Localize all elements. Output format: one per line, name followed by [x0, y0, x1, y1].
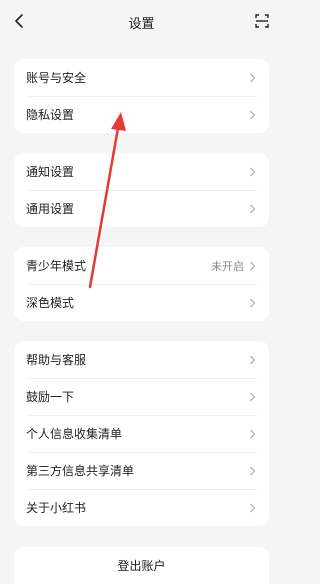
settings-item-label: 通用设置 [26, 202, 75, 216]
scan-button[interactable] [251, 10, 273, 32]
chevron-left-icon [15, 14, 23, 28]
settings-item-account-security[interactable]: 账号与安全 [14, 59, 269, 96]
teen-mode-status: 未开启 [211, 259, 244, 273]
settings-item-about[interactable]: 关于小红书 [14, 489, 269, 526]
chevron-right-icon [250, 110, 256, 119]
chevron-right-icon [250, 429, 256, 438]
settings-item-notifications[interactable]: 通知设置 [14, 153, 269, 190]
settings-item-dark-mode[interactable]: 深色模式 [14, 284, 269, 321]
settings-item-general[interactable]: 通用设置 [14, 190, 269, 227]
scan-icon [255, 14, 269, 28]
settings-item-third-party-sharing[interactable]: 第三方信息共享清单 [14, 452, 269, 489]
settings-item-teen-mode[interactable]: 青少年模式 未开启 [14, 247, 269, 284]
settings-item-label: 第三方信息共享清单 [26, 464, 135, 478]
settings-group-notifications: 通知设置 通用设置 [14, 153, 269, 227]
settings-group-account: 账号与安全 隐私设置 [14, 59, 269, 133]
page-title: 设置 [128, 16, 155, 32]
settings-item-personal-info-list[interactable]: 个人信息收集清单 [14, 415, 269, 452]
settings-item-label: 深色模式 [26, 296, 75, 310]
chevron-right-icon [250, 298, 256, 307]
settings-item-help[interactable]: 帮助与客服 [14, 341, 269, 378]
settings-item-label: 青少年模式 [26, 259, 87, 273]
settings-item-label: 帮助与客服 [26, 353, 87, 367]
chevron-right-icon [250, 466, 256, 475]
settings-group-about: 帮助与客服 鼓励一下 个人信息收集清单 第三方信息共享清单 关于小红书 [14, 341, 269, 526]
logout-button[interactable]: 登出账户 [14, 547, 269, 584]
chevron-right-icon [250, 392, 256, 401]
chevron-right-icon [250, 261, 256, 270]
settings-item-privacy[interactable]: 隐私设置 [14, 96, 269, 133]
chevron-right-icon [250, 73, 256, 82]
settings-item-label: 鼓励一下 [26, 390, 75, 404]
settings-item-encourage[interactable]: 鼓励一下 [14, 378, 269, 415]
chevron-right-icon [250, 167, 256, 176]
chevron-right-icon [250, 355, 256, 364]
settings-item-label: 关于小红书 [26, 501, 87, 515]
settings-item-label: 通知设置 [26, 165, 75, 179]
settings-item-label: 隐私设置 [26, 108, 75, 122]
back-button[interactable] [8, 10, 30, 32]
settings-item-label: 账号与安全 [26, 71, 87, 85]
settings-group-modes: 青少年模式 未开启 深色模式 [14, 247, 269, 321]
settings-item-label: 个人信息收集清单 [26, 427, 123, 441]
chevron-right-icon [250, 204, 256, 213]
chevron-right-icon [250, 503, 256, 512]
header: 设置 [0, 0, 283, 44]
